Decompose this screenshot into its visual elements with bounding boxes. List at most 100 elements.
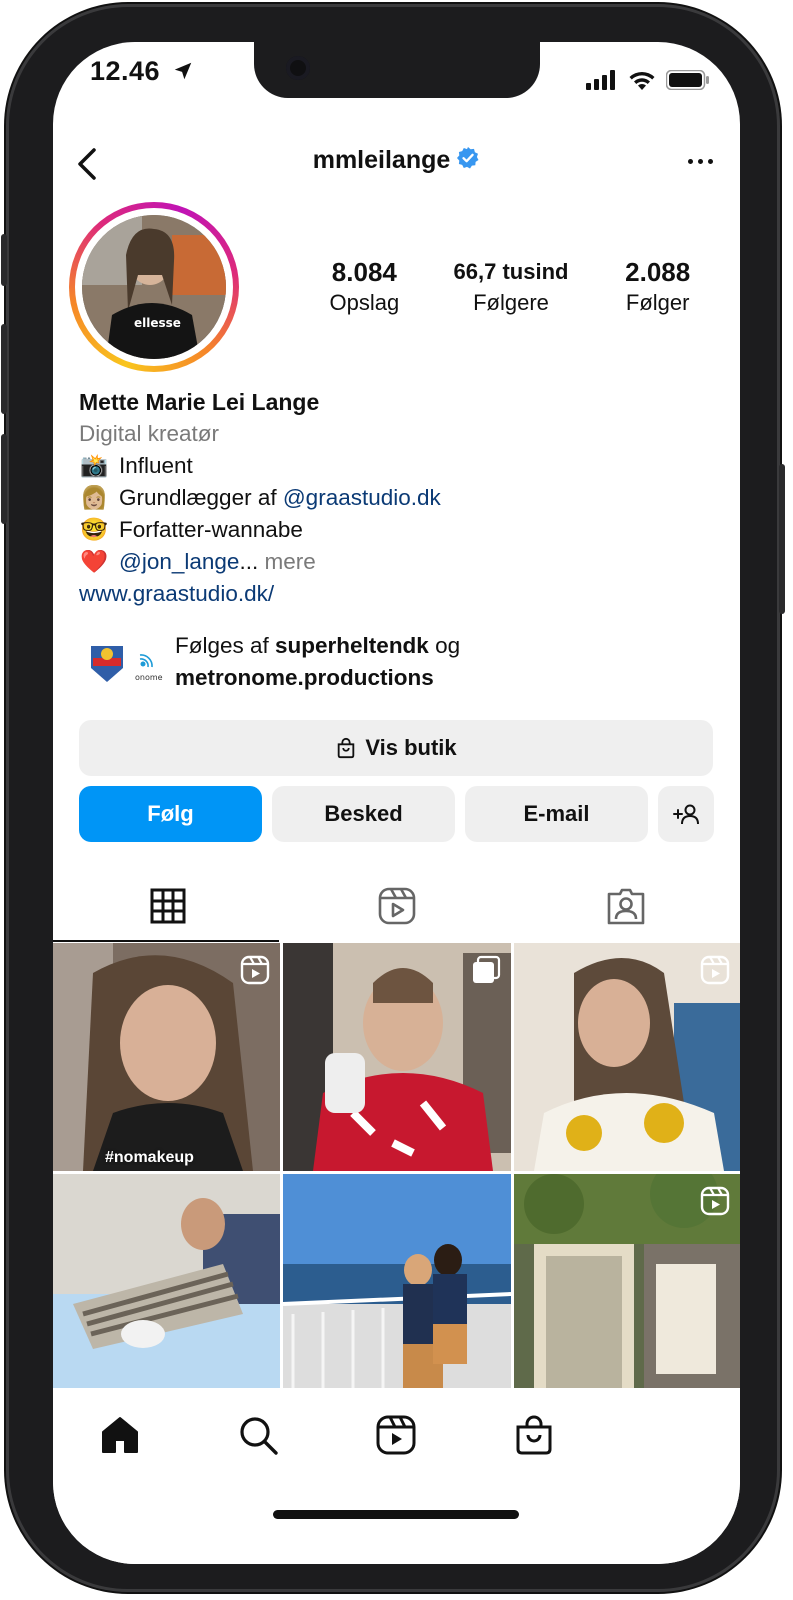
followed-by-prefix: Følges af [175, 633, 276, 658]
side-button-mute [1, 234, 7, 286]
profile-avatar-story-ring[interactable]: ellesse [69, 202, 239, 372]
followed-by-avatars: onome [85, 638, 165, 688]
bio-line: ❤️ @jon_lange... mere [79, 546, 709, 578]
more-dot [687, 158, 693, 164]
bio-more-link[interactable]: mere [258, 549, 315, 574]
followed-by-user-2[interactable]: metronome.productions [175, 665, 434, 690]
follow-label: Følg [147, 801, 194, 826]
email-label: E-mail [523, 801, 590, 826]
front-camera [286, 56, 310, 80]
avatar-gap: ellesse [75, 208, 233, 366]
side-button-power [779, 464, 785, 614]
cellular-signal-icon [586, 70, 615, 90]
reels-icon [378, 887, 415, 925]
nav-shop[interactable] [509, 1410, 559, 1460]
status-icons [586, 70, 710, 90]
username-text: mmleilange [312, 146, 451, 175]
stat-posts[interactable]: 8.084 Opslag [291, 256, 438, 318]
stat-following[interactable]: 2.088 Følger [584, 256, 731, 318]
nav-search[interactable] [233, 1410, 283, 1460]
nav-home[interactable] [95, 1410, 145, 1460]
stat-followers-label: Følgere [473, 290, 549, 315]
bio-mention-link[interactable]: @graastudio.dk [283, 485, 441, 510]
tab-tagged[interactable] [511, 870, 740, 942]
profile-category: Digital kreatør [79, 421, 220, 446]
view-shop-label: Vis butik [365, 735, 457, 760]
side-button-volume-down [1, 434, 7, 524]
phone-frame: 12.46 mmleilange ellesse 8.084 Opslag 66… [1, 4, 785, 1592]
multi-photo-badge-icon [471, 955, 501, 990]
email-button[interactable]: E-mail [465, 786, 648, 842]
stat-followers[interactable]: 66,7 tusind Følgere [438, 256, 585, 318]
follower-avatars-image: onome [85, 640, 163, 684]
bio-line: 👩🏼 Grundlægger af @graastudio.dk [79, 482, 709, 514]
stat-following-label: Følger [625, 290, 690, 315]
camera-flash-emoji-icon: 📸 [79, 453, 108, 478]
grid-post[interactable] [283, 943, 511, 1171]
shopping-bag-icon [338, 737, 355, 759]
status-time: 12.46 [90, 56, 194, 87]
stat-following-value: 2.088 [625, 257, 691, 287]
profile-website-link[interactable]: www.graastudio.dk/ [79, 578, 709, 610]
profile-tabs [53, 870, 740, 942]
grid-post[interactable] [514, 943, 740, 1171]
followed-by[interactable]: onome Følges af superheltendk og metrono… [79, 630, 719, 700]
red-heart-emoji-icon: ❤️ [79, 549, 108, 574]
add-person-icon [673, 804, 699, 825]
avatar: ellesse [82, 215, 226, 359]
avatar-photo: ellesse [82, 215, 226, 359]
post-overlay-text: #nomakeup [105, 1149, 194, 1166]
grid-post[interactable] [283, 1174, 511, 1389]
reel-badge-icon [700, 955, 730, 990]
location-arrow-icon [174, 62, 192, 80]
home-icon [102, 1417, 138, 1453]
grid-post[interactable] [514, 1174, 740, 1389]
verified-badge-icon [456, 146, 480, 177]
bio-ellipsis: ... [239, 549, 259, 574]
view-shop-button[interactable]: Vis butik [79, 720, 713, 776]
nav-reels[interactable] [371, 1410, 421, 1460]
grid-post[interactable] [53, 1174, 280, 1389]
stat-posts-label: Opslag [329, 290, 400, 315]
stat-posts-value: 8.084 [331, 257, 397, 287]
follow-button[interactable]: Følg [79, 786, 262, 842]
message-label: Besked [324, 801, 403, 826]
svg-text:ellesse: ellesse [134, 316, 181, 330]
post-thumbnail [283, 1174, 511, 1389]
bio-line: 🤓 Forfatter-wannabe [79, 514, 709, 546]
screen: 12.46 mmleilange ellesse 8.084 Opslag 66… [53, 42, 740, 1564]
followed-by-joiner: og [428, 633, 461, 658]
bio-line: 📸 Influent [79, 450, 709, 482]
followed-by-text: Følges af superheltendk og metronome.pro… [175, 630, 460, 694]
profile-username: mmleilange [53, 146, 740, 177]
post-thumbnail [53, 1174, 280, 1389]
more-dot [697, 158, 703, 164]
tab-posts-grid[interactable] [53, 870, 282, 942]
side-button-volume-up [1, 324, 7, 414]
more-options-button[interactable] [678, 146, 722, 176]
reel-badge-icon [700, 1186, 730, 1221]
search-icon [240, 1417, 278, 1455]
svg-text:onome: onome [135, 673, 163, 682]
profile-stats: 8.084 Opslag 66,7 tusind Følgere 2.088 F… [291, 256, 731, 318]
woman-emoji-icon: 👩🏼 [79, 485, 108, 510]
suggested-users-button[interactable] [658, 786, 714, 842]
profile-bio: Mette Marie Lei Lange Digital kreatør 📸 I… [79, 386, 709, 610]
grid-icon [150, 888, 185, 924]
status-time-text: 12.46 [90, 56, 161, 86]
followed-by-user-1[interactable]: superheltendk [275, 633, 429, 658]
message-button[interactable]: Besked [272, 786, 455, 842]
active-tab-indicator [53, 940, 279, 942]
home-indicator[interactable] [273, 1510, 519, 1519]
tagged-person-icon [607, 888, 644, 925]
reels-icon [376, 1415, 416, 1455]
bio-mention-link[interactable]: @jon_lange [119, 549, 239, 574]
bio-line-text: Forfatter-wannabe [119, 517, 303, 542]
tab-reels[interactable] [282, 870, 511, 942]
notch [254, 42, 540, 98]
profile-name: Mette Marie Lei Lange [79, 389, 320, 415]
bottom-navigation [53, 1388, 740, 1564]
grid-post[interactable]: #nomakeup [53, 943, 280, 1171]
shop-bag-icon [516, 1415, 552, 1455]
stat-followers-value: 66,7 tusind [453, 259, 569, 284]
